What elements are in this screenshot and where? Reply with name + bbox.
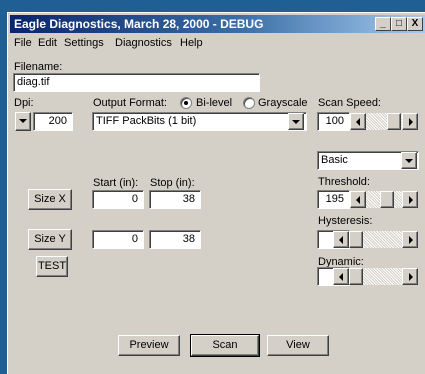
grayscale-radio[interactable] [243,97,255,109]
threshold-right-arrow[interactable] [402,191,418,208]
view-button[interactable]: View [267,335,329,356]
scan-speed-right-arrow[interactable] [402,113,418,130]
mode-dropdown-button[interactable] [401,152,417,169]
window-title: Eagle Diagnostics, March 28, 2000 - DEBU… [14,17,264,31]
menu-diagnostics[interactable]: Diagnostics [115,35,172,51]
arrow-right-icon [409,118,413,126]
filename-label: Filename: [14,61,63,73]
hysteresis-right-arrow[interactable] [402,231,418,248]
dpi-dropdown-button[interactable] [15,112,31,131]
size-y-stop-input[interactable]: 38 [149,230,201,249]
arrow-left-icon [339,273,343,281]
size-y-button[interactable]: Size Y [28,229,72,250]
arrow-left-icon [356,118,360,126]
menu-settings[interactable]: Settings [64,35,104,51]
chevron-down-icon [19,119,27,123]
chevron-down-icon [405,159,413,163]
stop-label: Stop (in): [150,177,195,189]
arrow-right-icon [409,273,413,281]
start-label: Start (in): [93,177,139,189]
threshold-value[interactable]: 195 [317,190,350,209]
output-format-dropdown-button[interactable] [288,113,304,130]
hysteresis-thumb[interactable] [349,231,363,248]
output-format-select[interactable]: TIFF PackBits (1 bit) [92,112,307,131]
dpi-label: Dpi: [14,97,34,109]
bilevel-radio[interactable] [180,97,192,109]
maximize-button[interactable]: □ [391,17,407,31]
dynamic-right-arrow[interactable] [402,268,418,285]
threshold-left-arrow[interactable] [350,191,366,208]
radio-selected-dot [184,101,188,105]
dynamic-thumb[interactable] [349,268,363,285]
threshold-label: Threshold: [318,176,370,188]
size-x-stop-input[interactable]: 38 [149,190,201,209]
filename-input[interactable]: diag.tif [13,73,260,92]
menu-help[interactable]: Help [180,35,203,51]
scan-speed-left-arrow[interactable] [350,113,366,130]
test-button[interactable]: TEST [36,256,68,277]
size-y-start-input[interactable]: 0 [92,230,144,249]
size-x-start-input[interactable]: 0 [92,190,144,209]
close-button[interactable]: X [407,17,423,31]
scan-speed-thumb[interactable] [387,113,401,130]
dpi-value[interactable]: 200 [33,112,73,131]
scan-speed-value[interactable]: 100 [317,112,350,131]
arrow-left-icon [356,196,360,204]
bilevel-label[interactable]: Bi-level [196,96,232,110]
grayscale-label[interactable]: Grayscale [258,96,308,110]
dynamic-left-arrow[interactable] [333,268,349,285]
preview-button[interactable]: Preview [118,335,180,356]
output-format-label: Output Format: [93,97,167,109]
chevron-down-icon [292,120,300,124]
arrow-left-icon [339,236,343,244]
scan-speed-label: Scan Speed: [318,97,381,109]
menu-edit[interactable]: Edit [38,35,57,51]
arrow-right-icon [409,196,413,204]
hysteresis-label: Hysteresis: [318,215,373,227]
hysteresis-track[interactable] [363,231,402,248]
scan-button[interactable]: Scan [190,334,260,357]
arrow-right-icon [409,236,413,244]
size-x-button[interactable]: Size X [28,189,72,210]
menu-file[interactable]: File [14,35,32,51]
minimize-button[interactable]: _ [375,17,391,31]
hysteresis-left-arrow[interactable] [333,231,349,248]
dynamic-track[interactable] [363,268,402,285]
threshold-thumb[interactable] [380,191,394,208]
